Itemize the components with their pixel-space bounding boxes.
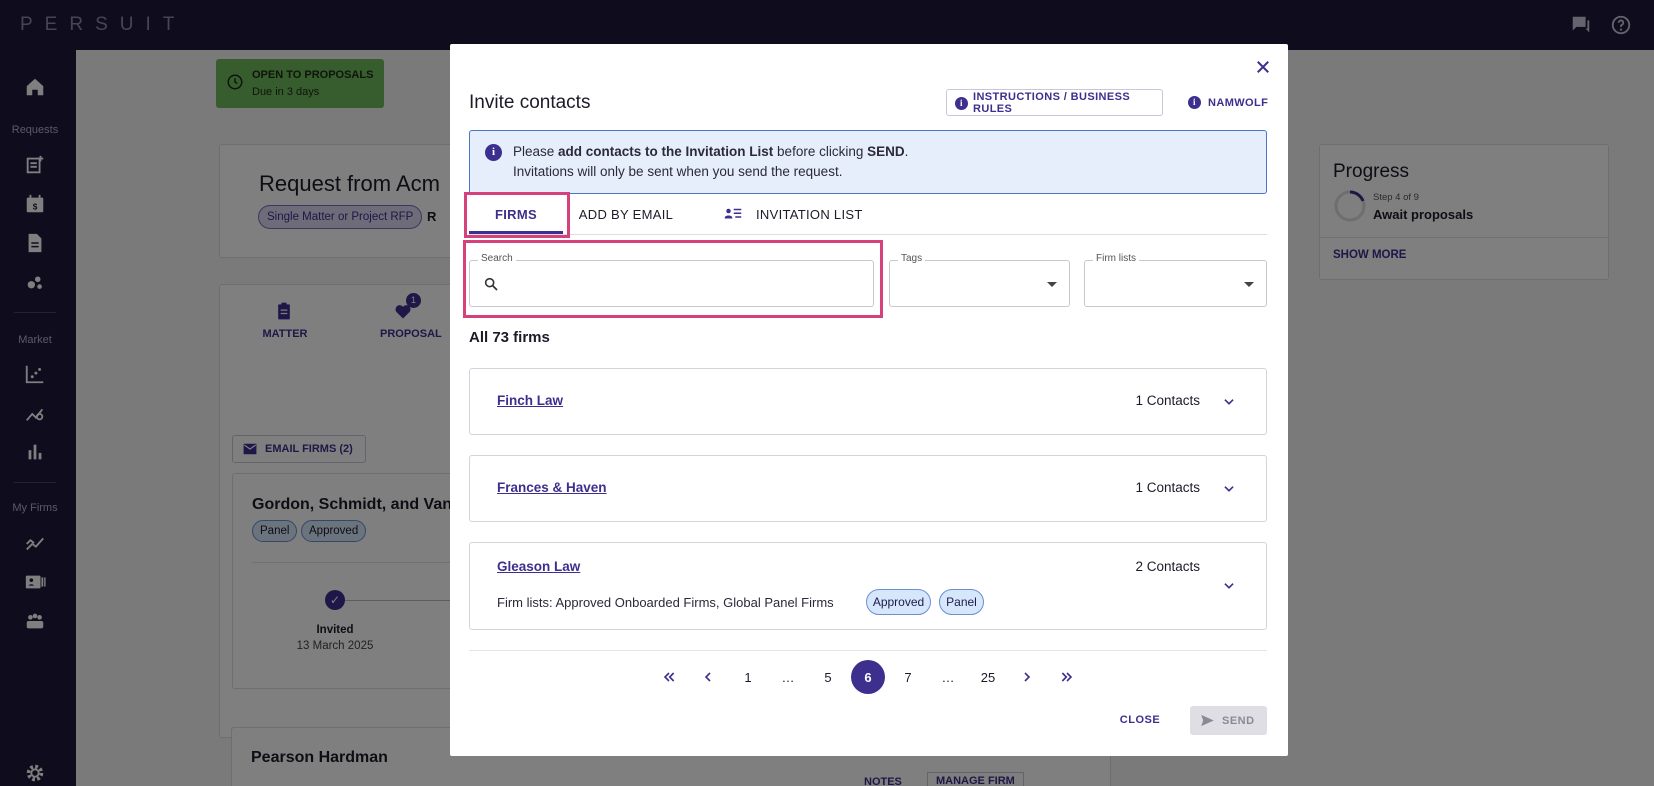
approved-badge: Approved — [866, 589, 931, 615]
pagination-divider — [469, 650, 1267, 651]
chevron-down-icon[interactable] — [1222, 482, 1236, 496]
tab-invitation-list[interactable]: INVITATION LIST — [724, 194, 874, 234]
firm-row: Finch Law 1 Contacts — [469, 368, 1267, 435]
close-icon[interactable] — [1254, 58, 1272, 76]
chevron-right-icon — [1024, 672, 1031, 682]
tags-label: Tags — [898, 253, 926, 264]
chevron-left-icon — [704, 672, 711, 682]
next-page-button[interactable] — [1010, 660, 1044, 694]
firms-count: All 73 firms — [469, 329, 550, 346]
firm-name-link[interactable]: Frances & Haven — [497, 480, 607, 495]
send-button[interactable]: SEND — [1190, 706, 1267, 735]
page-button[interactable]: 5 — [811, 660, 845, 694]
info-icon: i — [955, 97, 968, 110]
double-chevron-right-icon — [1061, 672, 1073, 682]
instructions-button[interactable]: i INSTRUCTIONS / BUSINESS RULES — [946, 89, 1163, 116]
namwolf-button[interactable]: i NAMWOLF — [1186, 89, 1276, 116]
double-chevron-left-icon — [663, 672, 675, 682]
firm-lists-select[interactable]: Firm lists — [1084, 253, 1267, 307]
first-page-button[interactable] — [652, 660, 686, 694]
firm-row: Frances & Haven 1 Contacts — [469, 455, 1267, 522]
highlight-box — [463, 240, 883, 318]
page-button[interactable]: 25 — [971, 660, 1005, 694]
page-button[interactable]: 7 — [891, 660, 925, 694]
firm-lists-label: Firm lists — [1093, 253, 1139, 264]
invitation-list-label: INVITATION LIST — [756, 206, 863, 222]
chevron-down-icon[interactable] — [1222, 395, 1236, 409]
info-message-line2: Invitations will only be sent when you s… — [513, 164, 843, 179]
current-page-button[interactable]: 6 — [851, 660, 885, 694]
last-page-button[interactable] — [1050, 660, 1084, 694]
firm-name-link[interactable]: Finch Law — [497, 393, 563, 408]
send-label: SEND — [1222, 714, 1255, 727]
info-icon: i — [485, 144, 502, 161]
highlight-box — [464, 192, 570, 238]
tabs-divider — [469, 234, 1267, 235]
firm-contacts-count: 1 Contacts — [1135, 480, 1200, 495]
close-button[interactable]: CLOSE — [1114, 706, 1166, 734]
page-button[interactable]: 1 — [731, 660, 765, 694]
info-alert: i Please add contacts to the Invitation … — [469, 130, 1267, 194]
page-ellipsis: … — [781, 669, 795, 685]
chevron-down-icon[interactable] — [1222, 579, 1236, 593]
firm-lists-text: Firm lists: Approved Onboarded Firms, Gl… — [497, 595, 834, 610]
dialog-title: Invite contacts — [469, 92, 591, 113]
instructions-label: INSTRUCTIONS / BUSINESS RULES — [973, 90, 1131, 115]
tab-add-by-email[interactable]: ADD BY EMAIL — [574, 194, 678, 234]
send-icon — [1201, 714, 1214, 727]
firm-row: Gleason Law 2 Contacts Firm lists: Appro… — [469, 542, 1267, 630]
panel-badge: Panel — [939, 589, 984, 615]
firm-name-link[interactable]: Gleason Law — [497, 559, 580, 574]
dropdown-arrow-icon — [1047, 282, 1057, 287]
dropdown-arrow-icon — [1244, 282, 1254, 287]
firm-contacts-count: 2 Contacts — [1135, 559, 1200, 574]
namwolf-label: NAMWOLF — [1208, 96, 1269, 109]
page-ellipsis: … — [941, 669, 955, 685]
info-icon: i — [1188, 96, 1201, 109]
contact-list-icon — [724, 208, 742, 219]
firm-contacts-count: 1 Contacts — [1135, 393, 1200, 408]
invite-contacts-dialog: Invite contacts i INSTRUCTIONS / BUSINES… — [450, 44, 1288, 756]
previous-page-button[interactable] — [691, 660, 725, 694]
tags-select[interactable]: Tags — [889, 253, 1070, 307]
info-message-line1: Please add contacts to the Invitation Li… — [513, 144, 909, 159]
